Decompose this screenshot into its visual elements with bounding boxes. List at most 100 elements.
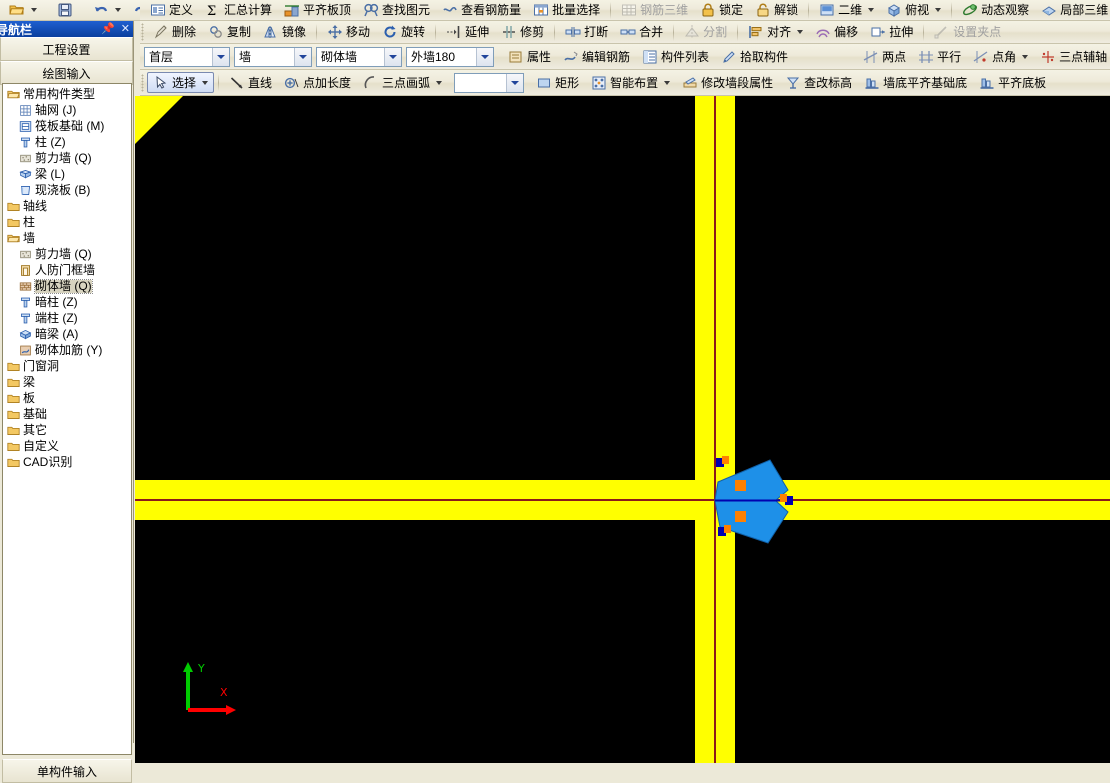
平齐板顶-button[interactable]: 平齐板顶	[278, 1, 357, 20]
chevron-down-icon[interactable]	[476, 47, 493, 66]
tree-item[interactable]: 砌体墙 (Q)	[5, 278, 131, 294]
tree-item[interactable]: 墙	[5, 230, 131, 246]
动态观察-button[interactable]: 动态观察	[956, 1, 1035, 20]
tree-item[interactable]: 现浇板 (B)	[5, 182, 131, 198]
selection-center-handle[interactable]	[735, 511, 746, 522]
复制-button[interactable]: 复制	[202, 23, 257, 42]
chevron-down-icon[interactable]	[384, 47, 401, 66]
tree-item[interactable]: 砌体加筋 (Y)	[5, 342, 131, 358]
tree-item[interactable]: CAD识别	[5, 454, 131, 470]
tree-item[interactable]: 人防门框墙	[5, 262, 131, 278]
查改标高-button[interactable]: 查改标高	[779, 73, 858, 92]
三点辅轴-button[interactable]: 三点辅轴	[1034, 47, 1110, 66]
undo-button[interactable]	[87, 1, 127, 20]
拉伸-button[interactable]: 拉伸	[864, 23, 919, 42]
tree-item[interactable]: 轴网 (J)	[5, 102, 131, 118]
selection-center-handle[interactable]	[735, 480, 746, 491]
矩形-button[interactable]: 矩形	[530, 73, 585, 92]
修改墙段属性-button[interactable]: 修改墙段属性	[676, 73, 779, 92]
tree-item[interactable]: 剪力墙 (Q)	[5, 246, 131, 262]
旋转-button[interactable]: 旋转	[376, 23, 431, 42]
component-tree-panel[interactable]: 常用构件类型 轴网 (J) 筏板基础 (M) 柱 (Z) 剪力墙 (Q) 梁 (L) 现浇板…	[2, 83, 132, 755]
chevron-down-icon[interactable]	[797, 30, 804, 34]
合并-button[interactable]: 合并	[614, 23, 669, 42]
拾取构件-button[interactable]: 拾取构件	[715, 47, 794, 66]
移动-button[interactable]: 移动	[321, 23, 376, 42]
tree-item[interactable]: 端柱 (Z)	[5, 310, 131, 326]
tree-item[interactable]: 剪力墙 (Q)	[5, 150, 131, 166]
toolbar-grip[interactable]	[141, 73, 144, 92]
tree-item[interactable]: 基础	[5, 406, 131, 422]
锁定-button[interactable]: 锁定	[694, 1, 749, 20]
drawing-input-button[interactable]: 绘图输入	[0, 61, 133, 85]
chevron-down-icon[interactable]	[935, 8, 942, 12]
点加长度-button[interactable]: 点加长度	[278, 73, 357, 92]
tree-item[interactable]: 柱 (Z)	[5, 134, 131, 150]
open-file-button[interactable]	[3, 1, 43, 20]
chevron-down-icon[interactable]	[506, 73, 524, 92]
tree-item[interactable]: 板	[5, 390, 131, 406]
点角-button[interactable]: 点角	[967, 47, 1034, 66]
定义-button[interactable]: 定义	[144, 1, 199, 20]
draw-mode-select[interactable]	[454, 72, 525, 93]
汇总计算-button[interactable]: Σ 汇总计算	[199, 1, 278, 20]
tree-item[interactable]: 暗梁 (A)	[5, 326, 131, 342]
chevron-down-icon[interactable]	[436, 80, 443, 85]
偏移-button[interactable]: 偏移	[809, 23, 864, 42]
智能布置-button[interactable]: 智能布置	[585, 73, 676, 92]
selection-grip-orange[interactable]	[780, 494, 787, 502]
chevron-down-icon[interactable]	[202, 80, 209, 85]
镜像-button[interactable]: 镜像	[257, 23, 312, 42]
平行-button[interactable]: 平行	[912, 47, 967, 66]
属性-button[interactable]: 属性	[502, 47, 557, 66]
构件列表-button[interactable]: 构件列表	[636, 47, 715, 66]
chevron-down-icon[interactable]	[1022, 54, 1029, 59]
select-tool-button[interactable]: 选择	[147, 72, 215, 93]
component-type-select[interactable]: 墙	[234, 46, 312, 67]
tree-item[interactable]: 自定义	[5, 438, 131, 454]
drawing-canvas[interactable]: Y X	[135, 96, 1110, 763]
toolbar-grip[interactable]	[141, 23, 144, 41]
修剪-button[interactable]: 修剪	[495, 23, 550, 42]
批量选择-button[interactable]: 批量选择	[527, 1, 606, 20]
chevron-down-icon[interactable]	[294, 47, 311, 66]
解锁-button[interactable]: 解锁	[749, 1, 804, 20]
对齐-button[interactable]: 对齐	[742, 23, 809, 42]
编辑钢筋-button[interactable]: 编辑钢筋	[557, 47, 636, 66]
二维-button[interactable]: 二维	[813, 1, 880, 20]
project-settings-button[interactable]: 工程设置	[0, 37, 133, 61]
延伸-button[interactable]: 延伸	[440, 23, 495, 42]
tree-item[interactable]: 常用构件类型	[5, 86, 131, 102]
tree-item[interactable]: 筏板基础 (M)	[5, 118, 131, 134]
tree-item[interactable]: 轴线	[5, 198, 131, 214]
component-name-select[interactable]: 外墙180	[406, 46, 494, 67]
tree-item[interactable]: 门窗洞	[5, 358, 131, 374]
tree-item[interactable]: 梁	[5, 374, 131, 390]
查找图元-button[interactable]: 查找图元	[357, 1, 436, 20]
pin-icon[interactable]: 📌	[101, 23, 115, 35]
tree-item[interactable]: 暗柱 (Z)	[5, 294, 131, 310]
tree-item[interactable]: 梁 (L)	[5, 166, 131, 182]
chevron-down-icon[interactable]	[115, 8, 121, 12]
局部三维-button[interactable]: 局部三维	[1035, 1, 1110, 20]
save-file-button[interactable]	[51, 1, 79, 20]
close-icon[interactable]: ✕	[121, 23, 130, 35]
component-subtype-select[interactable]: 砌体墙	[316, 46, 402, 67]
selection-grip-orange[interactable]	[722, 456, 729, 464]
chevron-down-icon[interactable]	[31, 8, 37, 12]
查看钢筋量-button[interactable]: 查看钢筋量	[436, 1, 527, 20]
tree-item[interactable]: 其它	[5, 422, 131, 438]
chevron-down-icon[interactable]	[868, 8, 875, 12]
俯视-button[interactable]: 俯视	[880, 1, 947, 20]
删除-button[interactable]: 删除	[147, 23, 202, 42]
直线-button[interactable]: 直线	[223, 73, 278, 92]
floor-select[interactable]: 首层	[144, 46, 230, 67]
chevron-down-icon[interactable]	[664, 80, 671, 85]
selection-grip-orange[interactable]	[724, 525, 731, 533]
平齐底板-button[interactable]: 平齐底板	[973, 73, 1052, 92]
打断-button[interactable]: 打断	[559, 23, 614, 42]
墙底平齐基础底-button[interactable]: 墙底平齐基础底	[858, 73, 973, 92]
chevron-down-icon[interactable]	[212, 47, 229, 66]
tree-item[interactable]: 柱	[5, 214, 131, 230]
两点-button[interactable]: 两点	[857, 47, 912, 66]
